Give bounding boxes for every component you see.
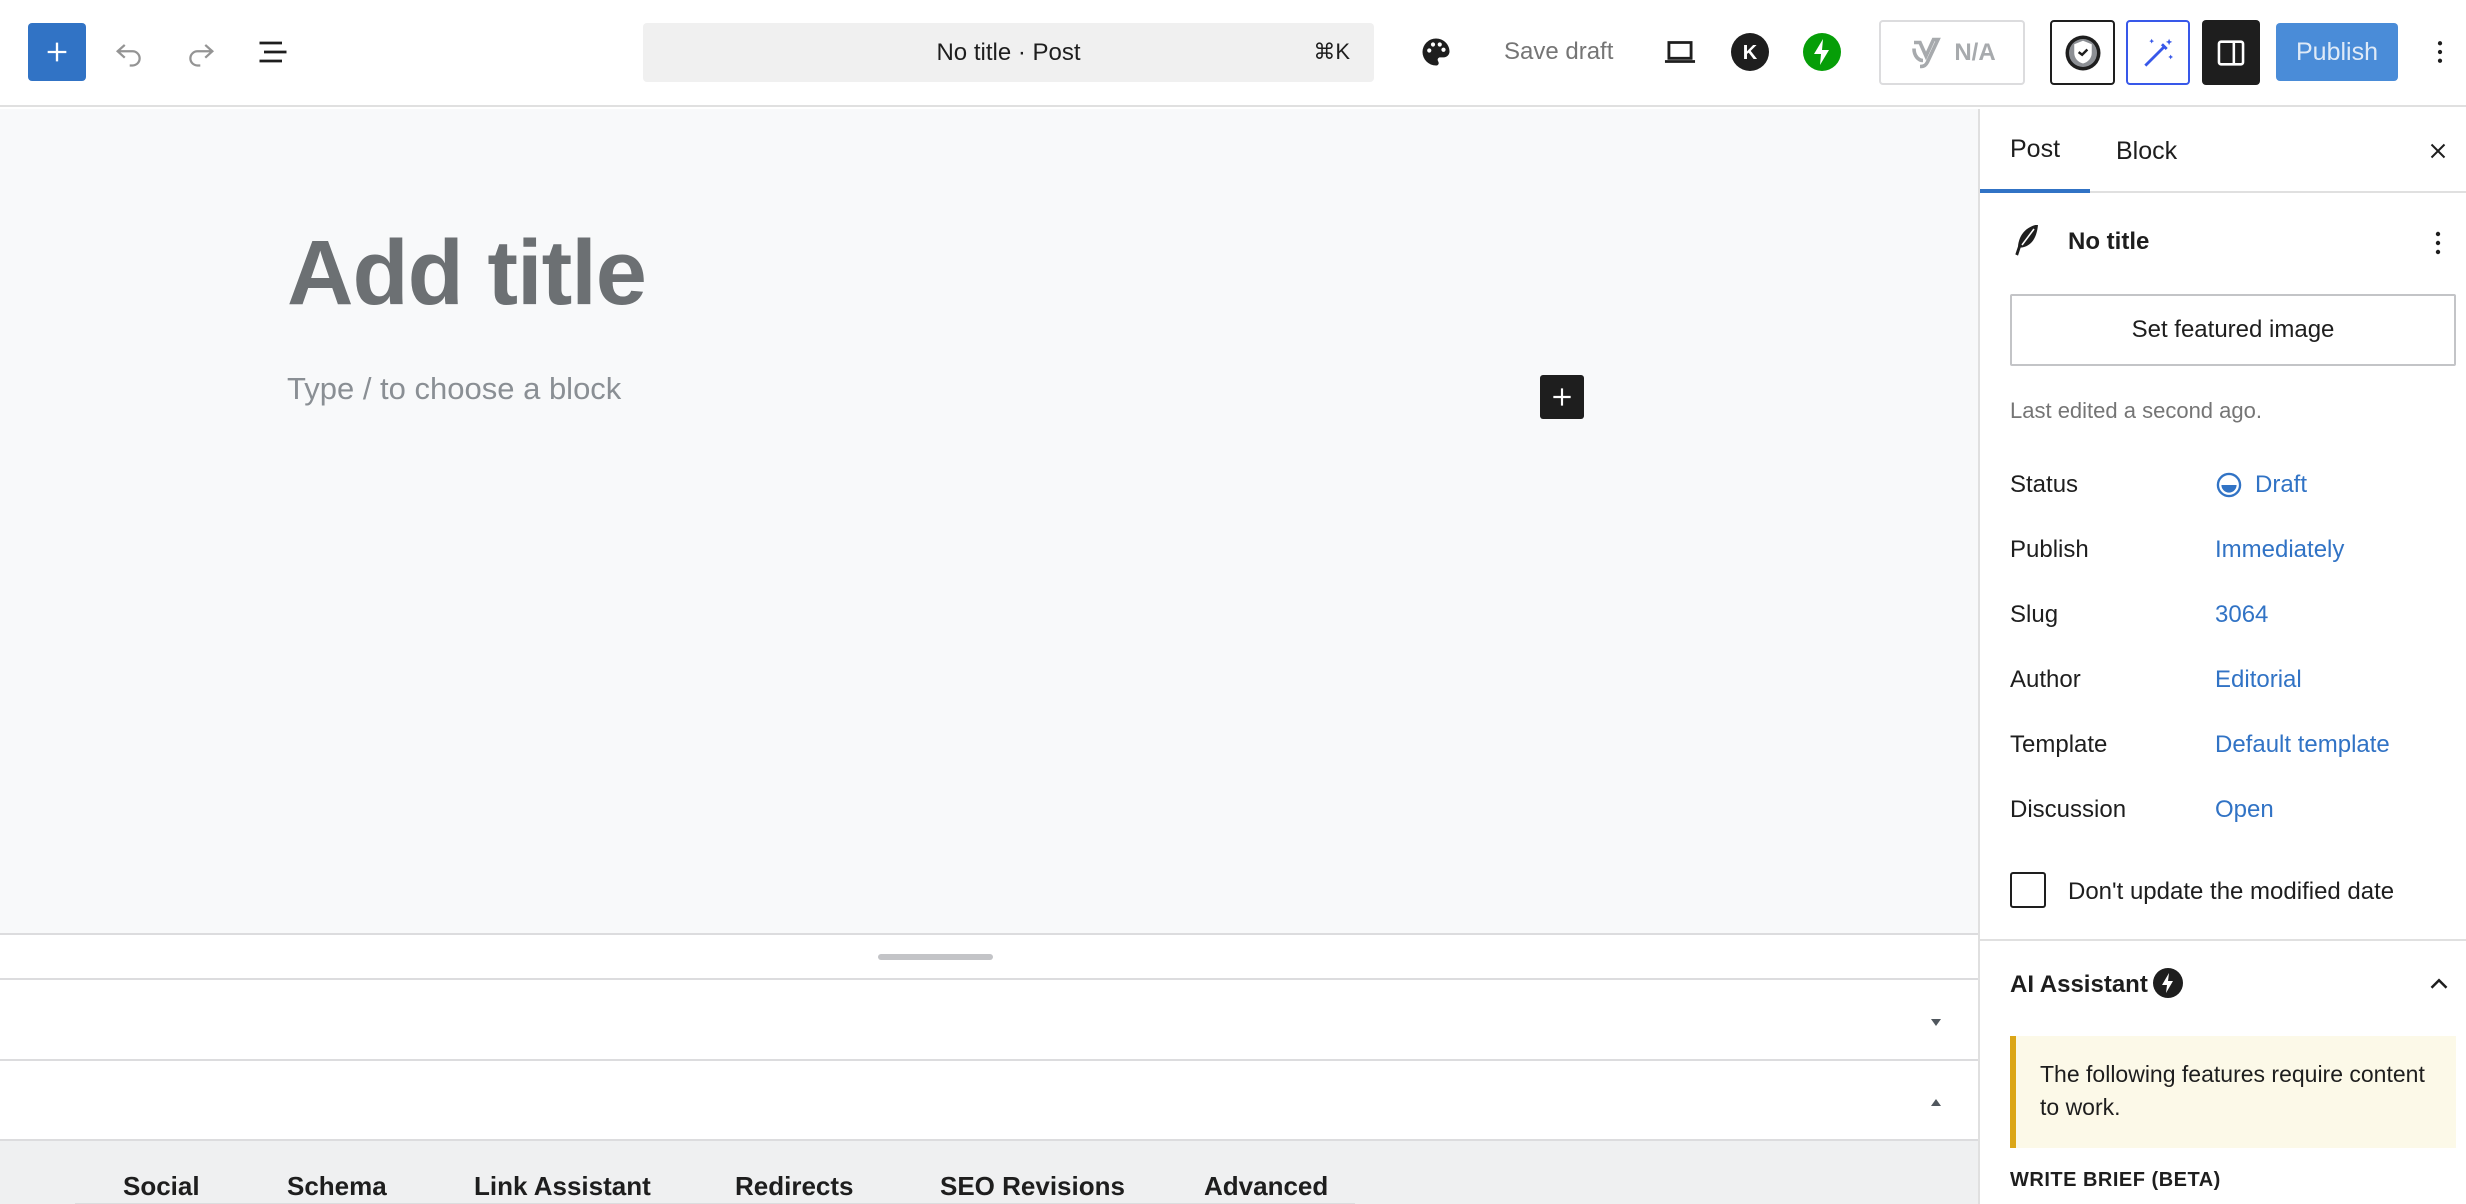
seo-tab-social[interactable]: Social (123, 1171, 200, 1202)
block-inserter-button[interactable] (28, 23, 86, 81)
seo-tab-seo-revisions[interactable]: SEO Revisions (940, 1171, 1125, 1202)
post-title-input[interactable]: Add title (287, 221, 647, 326)
settings-sidebar-toggle[interactable] (2202, 20, 2260, 85)
set-featured-image-button[interactable]: Set featured image (2010, 294, 2456, 366)
plus-icon (47, 42, 67, 62)
chevron-up-icon[interactable] (2424, 969, 2454, 999)
publish-button[interactable]: Publish (2276, 23, 2398, 81)
tab-block[interactable]: Block (2086, 109, 2207, 193)
discussion-button[interactable]: Open (2215, 796, 2274, 824)
undo-button[interactable] (104, 23, 154, 81)
seo-tab-advanced[interactable]: Advanced (1204, 1171, 1328, 1202)
ai-assistant-button[interactable] (2126, 20, 2190, 85)
preview-button[interactable] (1654, 25, 1706, 79)
metabox-panel-expanded[interactable] (0, 1059, 1978, 1141)
draft-status-icon (2216, 472, 2242, 498)
author-button[interactable]: Editorial (2215, 666, 2302, 694)
shield-icon (2065, 35, 2100, 70)
template-button[interactable]: Default template (2215, 731, 2390, 759)
seo-score-label: N/A (1954, 38, 1996, 66)
magic-wand-icon (2144, 38, 2174, 67)
seo-tab-link-assistant[interactable]: Link Assistant (474, 1171, 651, 1202)
modified-date-label: Don't update the modified date (2068, 878, 2395, 905)
sidebar-tabs: Post Block (1980, 109, 2466, 193)
ai-assistant-panel: AI Assistant The following features requ… (1980, 939, 2466, 1204)
security-plugin-button[interactable] (2050, 20, 2115, 85)
modified-date-checkbox[interactable] (2010, 872, 2046, 908)
styles-button[interactable] (1410, 25, 1462, 79)
document-title-label: No title · Post (936, 38, 1081, 66)
command-palette-bar[interactable]: No title · Post ⌘K (643, 23, 1374, 82)
triangle-up-icon[interactable] (1924, 1091, 1948, 1115)
default-block-appender[interactable]: Type / to choose a block (287, 371, 621, 407)
settings-sidebar: Post Block No title Set featured image L… (1978, 109, 2466, 1204)
save-draft-button[interactable]: Save draft (1490, 23, 1627, 81)
tab-post[interactable]: Post (1980, 109, 2091, 193)
metabox-resize-handle[interactable] (878, 954, 993, 960)
laptop-icon (1664, 41, 1696, 63)
metabox-resize-area (0, 933, 1978, 979)
seo-tabs-bar: Social Schema Link Assistant Redirects S… (0, 1139, 1978, 1204)
author-label: Author (2010, 666, 2081, 693)
redo-icon (189, 44, 215, 67)
jetpack-button[interactable] (1800, 30, 1844, 74)
k-plugin-button[interactable]: K (1728, 30, 1772, 74)
close-sidebar-button[interactable] (2420, 133, 2456, 169)
editor-header: No title · Post ⌘K Save draft K N/A Publ… (0, 0, 2466, 107)
status-value: Draft (2255, 471, 2308, 498)
bolt-icon (2153, 968, 2183, 998)
slug-label: Slug (2010, 601, 2059, 628)
metabox-panel-collapsed[interactable] (0, 978, 1978, 1060)
ai-notice: The following features require content t… (2010, 1036, 2456, 1148)
status-label: Status (2010, 471, 2079, 498)
discussion-label: Discussion (2010, 796, 2127, 823)
publish-label: Publish (2010, 536, 2089, 563)
triangle-down-icon[interactable] (1924, 1010, 1948, 1034)
close-icon (2430, 143, 2446, 159)
slug-button[interactable]: 3064 (2215, 601, 2268, 629)
options-button[interactable] (2422, 25, 2458, 79)
template-label: Template (2010, 731, 2108, 758)
seo-tab-schema[interactable]: Schema (287, 1171, 387, 1202)
redo-button[interactable] (176, 23, 226, 81)
add-block-button[interactable] (1540, 375, 1584, 419)
more-vertical-icon[interactable] (2426, 225, 2450, 261)
seo-score-button[interactable]: N/A (1879, 20, 2025, 85)
document-overview-button[interactable] (248, 23, 298, 81)
svg-text:K: K (1743, 42, 1758, 64)
editor-canvas: Add title Type / to choose a block (0, 109, 1978, 934)
status-value-button[interactable]: Draft (2215, 471, 2307, 499)
plus-icon (1553, 388, 1571, 406)
k-avatar-icon: K (1731, 33, 1769, 71)
last-edited-text: Last edited a second ago. (2010, 398, 2262, 423)
seo-tab-redirects[interactable]: Redirects (735, 1171, 854, 1202)
more-vertical-icon (2437, 41, 2443, 63)
ai-assistant-title[interactable]: AI Assistant (2010, 971, 2148, 999)
sidebar-toggle-icon (2217, 39, 2245, 66)
list-view-icon (259, 41, 287, 63)
publish-date-button[interactable]: Immediately (2215, 536, 2344, 564)
palette-icon (1422, 38, 1450, 66)
yoast-icon (1912, 37, 1942, 68)
post-type-icon (2015, 225, 2038, 256)
write-brief-label: WRITE BRIEF (BETA) (2010, 1169, 2221, 1191)
document-title: No title (2068, 228, 2150, 255)
undo-icon (115, 44, 141, 67)
bolt-icon (1803, 33, 1841, 71)
keyboard-shortcut-label: ⌘K (1313, 39, 1350, 64)
